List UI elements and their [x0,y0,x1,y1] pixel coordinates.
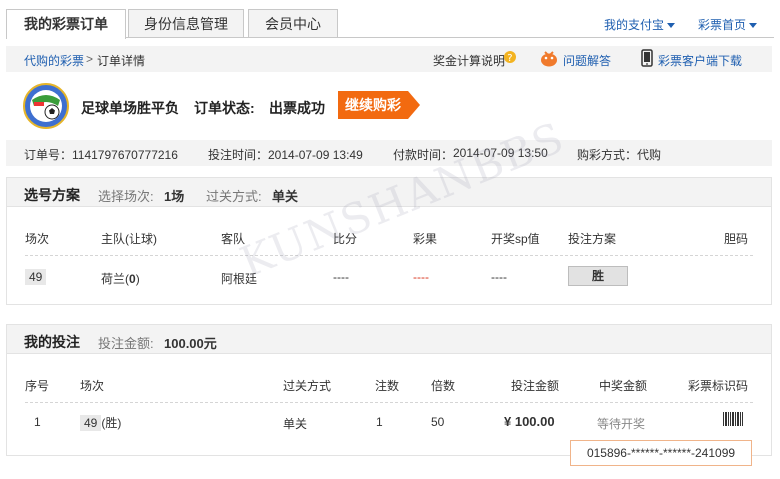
sp-value: ---- [491,270,507,284]
col-header-bet-plan: 投注方案 [568,232,617,246]
order-status-label: 订单状态: [194,100,255,116]
chevron-down-icon [667,23,676,29]
pass-type-value: 单关 [272,189,299,204]
col-header-result: 彩果 [413,232,438,246]
col-header-match: 场次 [80,379,105,393]
col-header-multiple: 倍数 [431,379,456,393]
col-header-count: 注数 [375,379,400,393]
score-value: ---- [333,270,349,284]
breadcrumb-current: 订单详情 [97,54,146,68]
mobile-phone-icon [641,49,653,67]
bet-match-number: 49 [80,415,102,431]
bet-time: 投注时间：2014-07-09 13:49 [208,148,363,162]
tab-bar: 我的彩票订单 身份信息管理 会员中心 我的支付宝 彩票首页 [0,0,780,40]
bet-match: 49 (胜) [80,414,121,431]
col-header-pass-type: 过关方式 [283,379,332,393]
football-lottery-logo [22,82,70,130]
bet-amount: ¥ 100.00 [504,414,555,429]
home-team-close: ) [135,272,140,286]
breadcrumb-separator: > [86,52,94,66]
lottery-type-name: 足球单场胜平负 [81,100,179,116]
tab-identity[interactable]: 身份信息管理 [128,9,244,37]
row-divider [25,402,753,403]
mybet-panel-header: 我的投注 投注金额: 100.00元 [6,324,772,354]
bet-pass-type: 单关 [283,417,308,431]
match-number: 49 [25,269,47,285]
my-alipay-label: 我的支付宝 [604,18,665,32]
tab-my-orders[interactable]: 我的彩票订单 [6,9,126,39]
lottery-home-label: 彩票首页 [698,18,747,32]
col-header-home: 主队(让球) [101,232,157,246]
question-icon: ? [504,51,516,63]
mybet-title: 我的投注 [24,334,80,350]
col-header-prize: 中奖金额 [599,379,648,393]
bet-amount-value: 100.00元 [164,336,217,351]
svg-text:?: ? [507,53,512,63]
tab-member-center[interactable]: 会员中心 [248,9,338,37]
order-number: 订单号：1141797670777216 [24,148,178,162]
prize-amount: 等待开奖 [597,417,646,431]
selection-title: 选号方案 [24,187,80,203]
col-header-sp: 开奖sp值 [491,232,540,246]
ticket-code-tooltip: 015896-******-******-241099 [570,440,752,466]
my-alipay-link[interactable]: 我的支付宝 [604,16,676,33]
home-team-name: 荷兰( [101,272,129,286]
bet-count: 1 [376,415,383,429]
faq-link[interactable]: 问题解答 [563,52,611,69]
matches-value: 1场 [164,189,185,204]
chevron-down-icon [749,23,758,29]
order-info-bar: 订单号：1141797670777216 投注时间：2014-07-09 13:… [6,140,772,166]
matches-label: 选择场次: [98,189,154,204]
buy-mode: 购彩方式：代购 [577,148,662,162]
col-header-banker: 胆码 [724,232,749,246]
bet-multiple: 50 [431,415,445,429]
col-header-match: 场次 [25,232,50,246]
pass-type-label: 过关方式: [206,189,262,204]
row-divider [25,255,753,256]
col-header-ticket-code: 彩票标识码 [688,379,749,393]
faq-mascot-icon [540,49,558,67]
barcode-icon[interactable] [722,412,744,426]
handicap-value: 0 [129,272,136,286]
bet-amount-label: 投注金额: [98,336,154,351]
lottery-home-link[interactable]: 彩票首页 [698,16,758,33]
order-status-value: 出票成功 [269,100,325,116]
prize-calc-link[interactable]: 奖金计算说明 [433,52,505,69]
breadcrumb-bar: 代购的彩票 > 订单详情 奖金计算说明 ? 问题解答 彩票客户端下载 [6,46,772,72]
breadcrumb-root-link[interactable]: 代购的彩票 [24,52,84,69]
col-header-amount: 投注金额 [511,379,560,393]
bet-seq: 1 [34,415,41,429]
bet-match-pick: (胜) [101,416,122,430]
col-header-seq: 序号 [25,379,50,393]
result-value: ---- [413,270,429,284]
home-team: 荷兰(0) [101,270,140,287]
continue-buy-button[interactable]: 继续购彩 [338,91,420,119]
product-row: 足球单场胜平负 订单状态: 出票成功 继续购彩 [6,78,772,134]
bet-option-win[interactable]: 胜 [568,266,628,286]
client-download-link[interactable]: 彩票客户端下载 [658,52,742,69]
